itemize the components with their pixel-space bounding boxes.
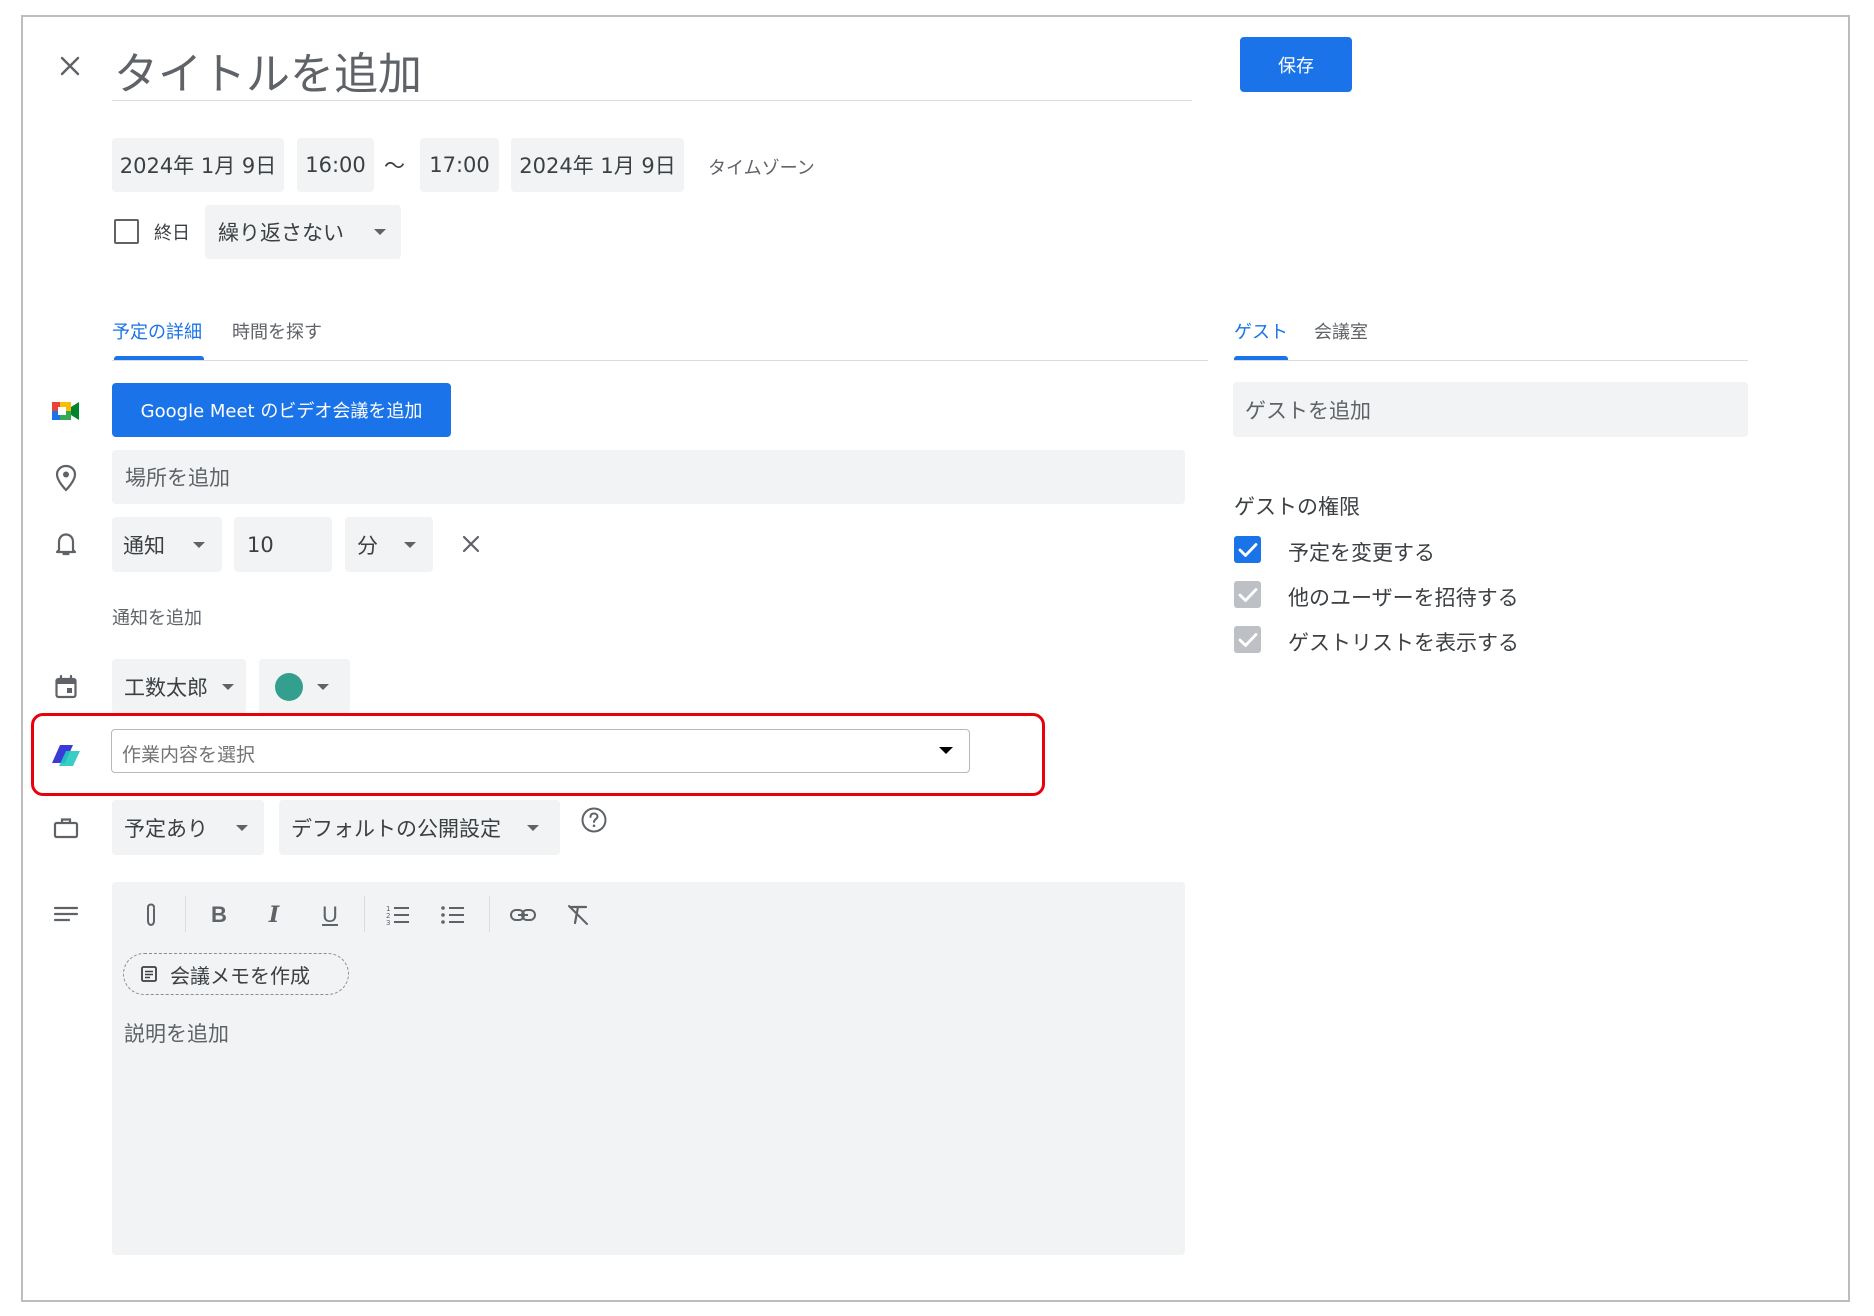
- start-time-value: 16:00: [305, 153, 366, 177]
- notification-unit-value: 分: [357, 533, 378, 558]
- notification-value: 10: [247, 532, 274, 557]
- highlight-box: [31, 713, 1045, 796]
- calendar-owner-value: 工数太郎: [124, 675, 208, 700]
- calendar-owner-select[interactable]: 工数太郎: [112, 659, 246, 714]
- notification-type-value: 通知: [123, 533, 165, 558]
- timezone-link[interactable]: タイムゾーン: [708, 154, 815, 180]
- availability-value: 予定あり: [124, 816, 208, 841]
- google-meet-button[interactable]: Google Meet のビデオ会議を追加: [112, 383, 451, 437]
- guest-permissions-title: ゲストの権限: [1234, 495, 1360, 519]
- tab-guests[interactable]: ゲスト: [1234, 318, 1288, 344]
- save-button[interactable]: 保存: [1240, 37, 1352, 92]
- guest-input[interactable]: ゲストを追加: [1233, 382, 1748, 437]
- permission-invite-checkbox[interactable]: [1234, 581, 1261, 608]
- italic-label: I: [268, 902, 280, 928]
- notification-type-select[interactable]: 通知: [112, 517, 222, 572]
- tab-rooms[interactable]: 会議室: [1314, 318, 1368, 344]
- notification-unit-select[interactable]: 分: [345, 517, 433, 572]
- availability-select[interactable]: 予定あり: [112, 800, 264, 855]
- attachment-icon[interactable]: [134, 898, 168, 932]
- end-time-field[interactable]: 17:00: [420, 138, 499, 192]
- chevron-down-icon: [222, 683, 234, 690]
- start-date-field[interactable]: 2024年 1月 9日: [112, 138, 284, 192]
- save-button-label: 保存: [1278, 55, 1314, 77]
- close-icon[interactable]: [52, 48, 88, 84]
- toolbar-divider: [185, 896, 186, 932]
- end-time-value: 17:00: [429, 153, 490, 177]
- toolbar-divider: [364, 896, 365, 932]
- add-notification-link[interactable]: 通知を追加: [112, 604, 202, 630]
- google-meet-icon: [48, 393, 84, 429]
- start-time-field[interactable]: 16:00: [297, 138, 374, 192]
- italic-button[interactable]: I: [257, 898, 291, 932]
- visibility-value: デフォルトの公開設定: [291, 816, 501, 841]
- chevron-down-icon: [193, 541, 205, 548]
- description-icon: [48, 897, 84, 933]
- toolbar-divider: [489, 896, 490, 932]
- bold-label: B: [211, 902, 227, 927]
- calendar-icon: [48, 669, 84, 705]
- guest-input-placeholder: ゲストを追加: [1245, 398, 1371, 423]
- meeting-notes-button[interactable]: 会議メモを作成: [123, 953, 349, 995]
- calendar-color-select[interactable]: [259, 659, 350, 714]
- repeat-value: 繰り返さない: [218, 221, 344, 245]
- repeat-select[interactable]: 繰り返さない: [205, 205, 401, 259]
- visibility-select[interactable]: デフォルトの公開設定: [279, 800, 560, 855]
- color-swatch: [275, 672, 303, 701]
- start-date-value: 2024年 1月 9日: [119, 154, 277, 178]
- title-placeholder: タイトルを追加: [114, 49, 422, 100]
- end-date-value: 2024年 1月 9日: [519, 154, 676, 178]
- tab-event-details[interactable]: 予定の詳細: [112, 318, 202, 344]
- notification-value-input[interactable]: 10: [234, 517, 332, 572]
- notes-icon: [140, 965, 158, 983]
- chevron-down-icon: [527, 824, 539, 831]
- briefcase-icon: [48, 810, 84, 846]
- end-date-field[interactable]: 2024年 1月 9日: [511, 138, 684, 192]
- tab-find-time[interactable]: 時間を探す: [232, 318, 322, 344]
- description-editor[interactable]: [112, 882, 1185, 1255]
- chevron-down-icon: [374, 229, 386, 235]
- svg-text:3: 3: [386, 919, 390, 926]
- permission-modify-checkbox[interactable]: [1234, 536, 1261, 563]
- permission-see-list-checkbox[interactable]: [1234, 626, 1261, 653]
- bell-icon: [48, 526, 84, 562]
- time-separator: 〜: [384, 154, 405, 178]
- bulleted-list-icon[interactable]: [436, 898, 470, 932]
- location-placeholder: 場所を追加: [125, 466, 230, 490]
- chevron-down-icon: [404, 541, 416, 548]
- allday-label: 終日: [154, 223, 190, 244]
- chevron-down-icon: [317, 683, 329, 690]
- permission-see-list-label: ゲストリストを表示する: [1288, 631, 1519, 655]
- meeting-notes-label: 会議メモを作成: [170, 963, 310, 988]
- help-icon[interactable]: [578, 804, 610, 836]
- underline-label: U: [322, 902, 338, 927]
- google-meet-button-label: Google Meet のビデオ会議を追加: [140, 401, 423, 422]
- bold-button[interactable]: B: [202, 898, 236, 932]
- clear-format-icon[interactable]: [561, 898, 595, 932]
- remove-notification-icon[interactable]: [454, 527, 488, 561]
- chevron-down-icon: [236, 824, 248, 831]
- location-icon: [48, 460, 84, 496]
- link-icon[interactable]: [506, 898, 540, 932]
- numbered-list-icon[interactable]: 123: [381, 898, 415, 932]
- title-input[interactable]: タイトルを追加: [112, 36, 1192, 101]
- right-tabs-divider: [1234, 360, 1748, 361]
- allday-checkbox[interactable]: [114, 219, 139, 244]
- description-placeholder: 説明を追加: [124, 1022, 229, 1046]
- underline-button[interactable]: U: [313, 898, 347, 932]
- permission-invite-label: 他のユーザーを招待する: [1288, 586, 1519, 610]
- permission-modify-label: 予定を変更する: [1288, 541, 1435, 565]
- location-input[interactable]: 場所を追加: [112, 450, 1185, 504]
- tabs-divider: [112, 360, 1208, 361]
